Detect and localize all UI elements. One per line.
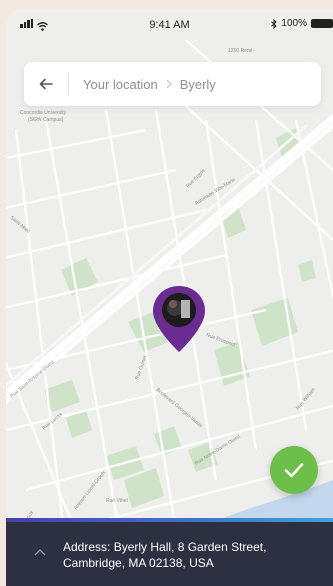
battery-icon — [311, 19, 333, 28]
bluetooth-icon — [271, 18, 278, 29]
battery-percent: 100% — [281, 18, 307, 29]
breadcrumb-your-location[interactable]: Your location — [83, 77, 158, 92]
location-breadcrumb-bar: Your location Byerly — [24, 62, 321, 106]
location-pin-icon[interactable] — [151, 284, 207, 354]
breadcrumb-byerly[interactable]: Byerly — [180, 77, 216, 92]
address-text: Address: Byerly Hall, 8 Garden Street, C… — [63, 540, 267, 570]
phone-screen: 1250 René- Concordia University (SGW Cam… — [6, 10, 333, 586]
chevron-up-icon[interactable] — [34, 548, 46, 556]
address-sheet[interactable]: Address: Byerly Hall, 8 Garden Street, C… — [6, 518, 333, 586]
status-right: 100% — [271, 18, 333, 29]
checkmark-icon — [284, 463, 304, 478]
confirm-button[interactable] — [270, 446, 318, 494]
map-label-concordia-1: Concordia University — [20, 110, 67, 116]
map-label-concordia-2: (SGW Campus) — [28, 117, 64, 123]
back-arrow-icon[interactable] — [38, 76, 54, 92]
sheet-accent-stripe — [6, 518, 333, 522]
divider — [68, 73, 69, 95]
status-bar: 9:41 AM 100% — [6, 10, 333, 40]
map-label-rue-vinet: Rue Vinet — [106, 498, 128, 504]
map-label-top: 1250 René- — [228, 48, 254, 54]
chevron-right-icon — [166, 79, 172, 89]
